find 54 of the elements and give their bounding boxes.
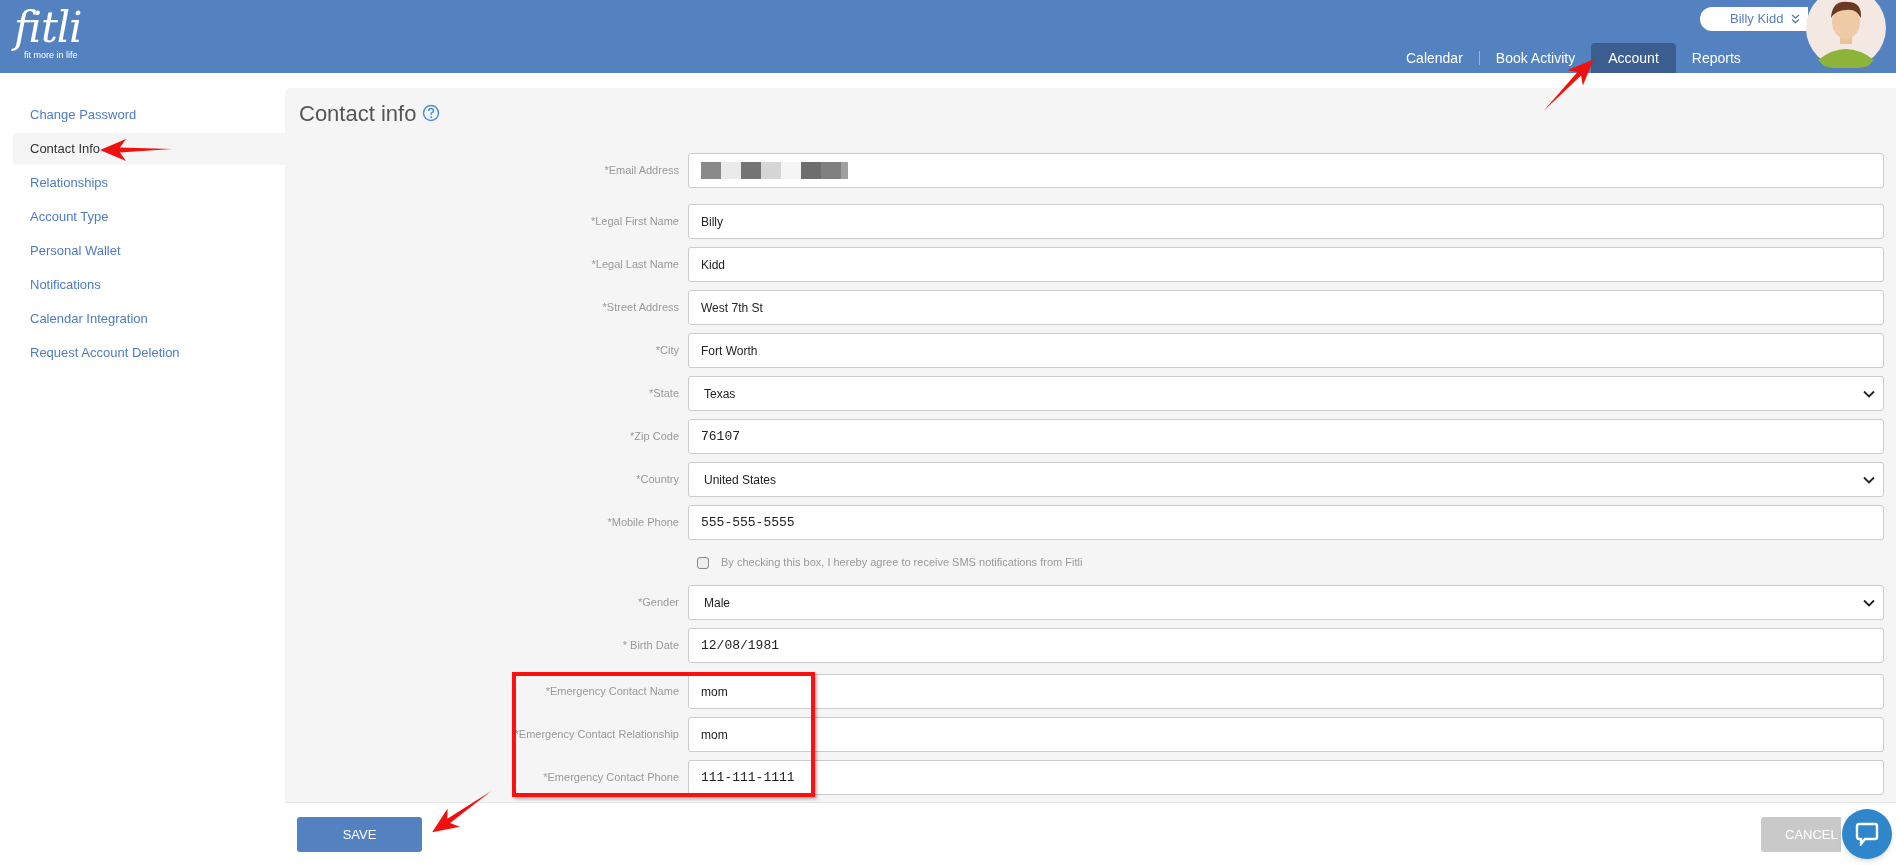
field-label: *Emergency Contact Phone <box>543 770 679 786</box>
nav-tab[interactable]: Account <box>1591 43 1676 73</box>
sidebar-link[interactable]: Relationships <box>13 166 285 200</box>
sidebar-link[interactable]: Notifications <box>13 268 285 302</box>
input-field[interactable]: West 7th St <box>688 290 1884 325</box>
nav-tab[interactable]: Calendar <box>1390 43 1479 73</box>
field-label: *Emergency Contact Name <box>545 684 679 700</box>
input-field[interactable]: Billy <box>688 204 1884 239</box>
field-label: *Country <box>636 472 679 488</box>
field-label: *Legal First Name <box>590 214 679 230</box>
sidebar-link[interactable]: Contact Info <box>13 133 285 165</box>
field-label: *City <box>655 343 679 359</box>
input-field[interactable]: Kidd <box>688 247 1884 282</box>
input-field[interactable]: Fort Worth <box>688 333 1884 368</box>
chat-icon <box>1855 822 1879 846</box>
select-field[interactable]: United States <box>688 462 1884 497</box>
select-field[interactable]: Texas <box>688 376 1884 411</box>
sidebar-link[interactable]: Account Type <box>13 200 285 234</box>
field-label: * Birth Date <box>622 638 679 654</box>
select-field[interactable]: Male <box>688 585 1884 620</box>
field-label: *Legal Last Name <box>591 257 679 273</box>
field-label: *Emergency Contact Relationship <box>514 727 679 743</box>
dropdown-icon <box>1863 389 1875 398</box>
nav-tab[interactable]: Reports <box>1675 43 1757 73</box>
dropdown-icon <box>1863 475 1875 484</box>
page-title: Contact info <box>299 99 417 128</box>
sidebar-link[interactable]: Personal Wallet <box>13 234 285 268</box>
field-label: *Email Address <box>604 163 679 179</box>
help-icon[interactable] <box>422 104 441 122</box>
tagline: fit more in life <box>24 50 78 60</box>
field-label: *Gender <box>638 595 679 611</box>
avatar[interactable] <box>1806 0 1886 68</box>
nav-tab[interactable]: Book Activity <box>1479 43 1592 73</box>
input-field[interactable]: 76107 <box>688 419 1884 454</box>
field-label: *Mobile Phone <box>607 515 679 531</box>
redacted-value-icon <box>701 162 848 179</box>
save-button[interactable]: SAVE <box>297 817 422 852</box>
dropdown-icon <box>1863 598 1875 607</box>
input-field[interactable]: 12/08/1981 <box>688 628 1884 663</box>
input-field[interactable]: 555-555-5555 <box>688 505 1884 540</box>
input-field[interactable]: mom <box>688 674 1884 709</box>
chat-button[interactable] <box>1842 809 1892 859</box>
field-label: *State <box>649 386 679 402</box>
input-field[interactable]: 111-111-1111 <box>688 760 1884 795</box>
sidebar-link[interactable]: Change Password <box>13 98 285 132</box>
checkbox[interactable] <box>697 556 709 569</box>
chevron-icon <box>1791 14 1801 24</box>
user-menu[interactable]: Billy Kidd <box>1700 7 1808 31</box>
input-field[interactable]: mom <box>688 717 1884 752</box>
sidebar-link[interactable]: Calendar Integration <box>13 302 285 336</box>
field-label: *Street Address <box>602 300 679 316</box>
email-field[interactable] <box>688 153 1884 188</box>
field-label: *Zip Code <box>630 429 679 445</box>
sidebar-link[interactable]: Request Account Deletion <box>13 336 285 370</box>
